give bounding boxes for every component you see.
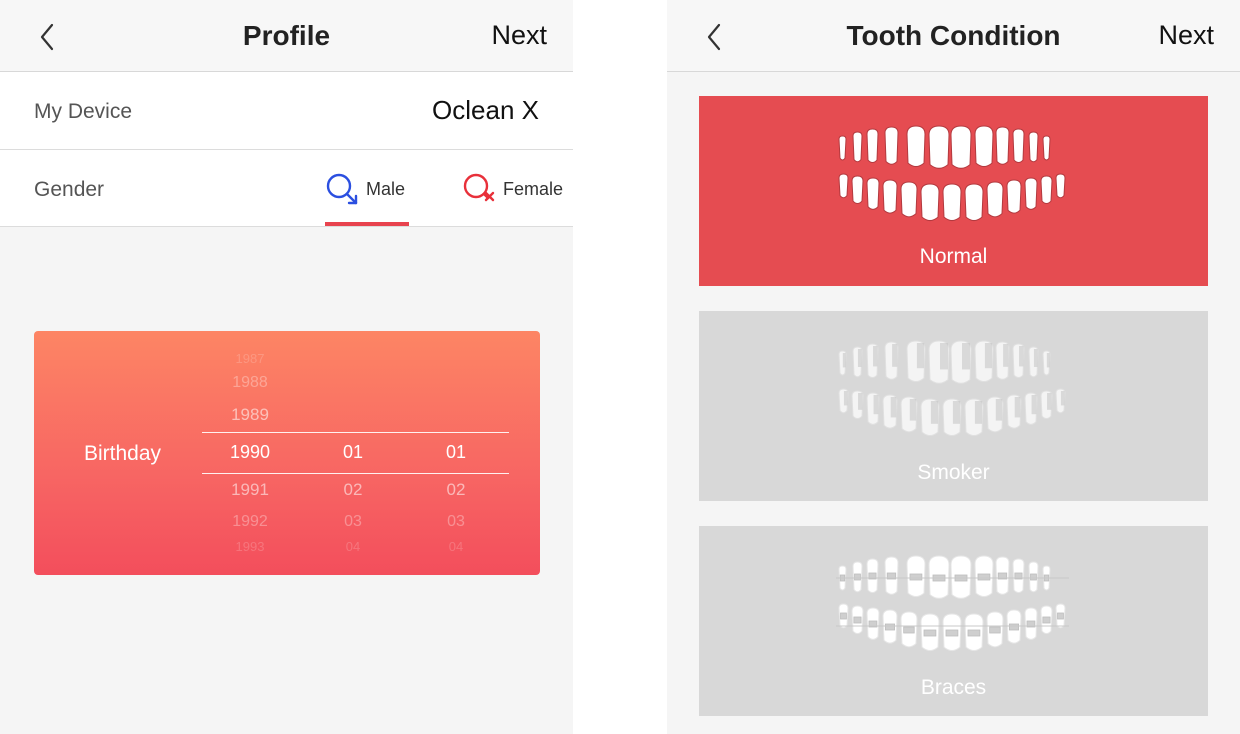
picker-item[interactable]: 03 — [416, 513, 496, 531]
selected-indicator — [325, 222, 409, 226]
gender-option-label: Male — [366, 179, 406, 199]
picker-item[interactable]: 1989 — [210, 405, 290, 425]
next-button[interactable]: Next — [491, 20, 547, 51]
tooth-condition-screen: Tooth Condition Next Normal Smoker Brace… — [667, 0, 1240, 734]
month-picker-wheel[interactable]: 01 02 03 04 — [313, 331, 393, 575]
male-icon — [325, 172, 359, 206]
profile-navbar: Profile Next — [0, 0, 573, 72]
profile-screen: Profile Next My Device Oclean X Gender M… — [0, 0, 573, 734]
birthday-picker-card: Birthday 1987 1988 1989 1990 1991 1992 1… — [34, 331, 540, 575]
tooth-option-braces[interactable]: Braces — [699, 526, 1208, 716]
picker-item[interactable]: 04 — [313, 539, 393, 554]
page-title: Tooth Condition — [846, 20, 1061, 51]
tooth-option-label: Braces — [920, 676, 987, 699]
tooth-option-normal[interactable]: Normal — [699, 96, 1208, 286]
tooth-option-smoker[interactable]: Smoker — [699, 311, 1208, 501]
gender-option-label: Female — [503, 179, 564, 199]
gender-option-male[interactable]: Male — [325, 168, 411, 226]
picker-item-selected[interactable]: 01 — [313, 442, 393, 463]
tooth-option-label: Normal — [919, 245, 988, 268]
picker-item[interactable]: 1987 — [210, 351, 290, 366]
picker-item[interactable]: 1988 — [210, 374, 290, 392]
normal-teeth-icon — [838, 125, 1066, 222]
picker-item[interactable]: 02 — [416, 480, 496, 500]
birthday-label: Birthday — [84, 442, 162, 465]
year-picker-wheel[interactable]: 1987 1988 1989 1990 1991 1992 1993 — [210, 331, 290, 575]
picker-item[interactable]: 1992 — [210, 513, 290, 531]
female-icon — [462, 172, 496, 206]
tooth-navbar: Tooth Condition Next — [667, 0, 1240, 72]
tooth-option-label: Smoker — [917, 461, 990, 484]
day-picker-wheel[interactable]: 01 02 03 04 — [416, 331, 496, 575]
picker-item[interactable]: 04 — [416, 539, 496, 554]
picker-item[interactable]: 1991 — [210, 480, 290, 500]
gender-row: Gender Male Female — [0, 150, 573, 227]
gender-label: Gender — [34, 178, 105, 201]
picker-item[interactable]: 1993 — [210, 539, 290, 554]
page-title: Profile — [242, 20, 331, 51]
chevron-left-icon[interactable] — [34, 20, 64, 54]
picker-item[interactable]: 02 — [313, 480, 393, 500]
device-value: Oclean X — [432, 95, 539, 125]
device-label: My Device — [34, 100, 133, 123]
picker-item-selected[interactable]: 1990 — [210, 442, 290, 463]
device-row[interactable]: My Device Oclean X — [0, 72, 573, 150]
next-button[interactable]: Next — [1158, 20, 1214, 51]
picker-item-selected[interactable]: 01 — [416, 442, 496, 463]
chevron-left-icon[interactable] — [701, 20, 731, 54]
picker-item[interactable]: 03 — [313, 513, 393, 531]
braces-teeth-icon — [836, 555, 1069, 652]
smoker-teeth-icon — [838, 340, 1066, 437]
gender-option-female[interactable]: Female — [462, 168, 567, 226]
